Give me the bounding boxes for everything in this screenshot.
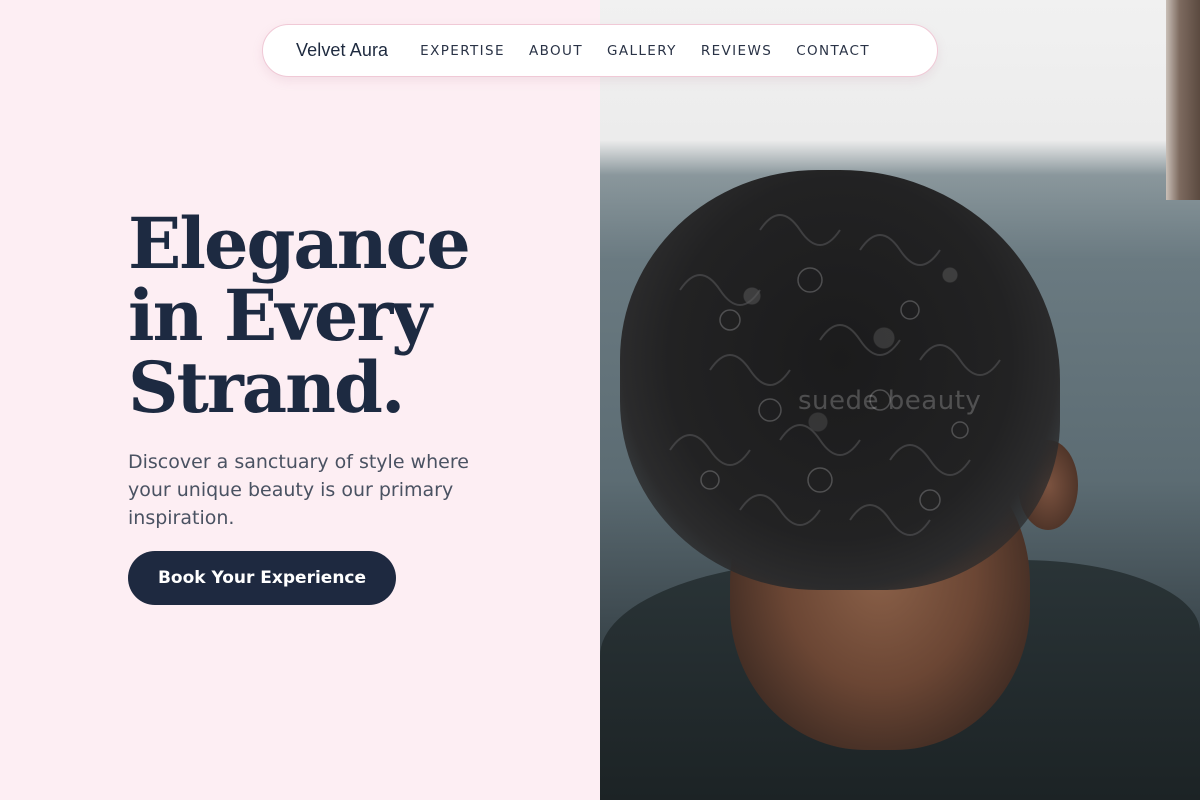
hero-image: suede beauty xyxy=(600,0,1200,800)
nav-link-gallery[interactable]: GALLERY xyxy=(607,43,677,59)
top-navigation: Velvet Aura EXPERTISE ABOUT GALLERY REVI… xyxy=(262,24,938,77)
hero-headline: Elegance in Every Strand. xyxy=(128,208,548,424)
headline-line-1: Elegance xyxy=(128,202,471,285)
background-window-frame xyxy=(1166,0,1200,200)
brand-logo[interactable]: Velvet Aura xyxy=(296,40,388,61)
nav-links: EXPERTISE ABOUT GALLERY REVIEWS CONTACT xyxy=(420,43,894,59)
hair-curls xyxy=(669,214,1001,536)
nav-link-expertise[interactable]: EXPERTISE xyxy=(420,43,505,59)
nav-link-contact[interactable]: CONTACT xyxy=(796,43,870,59)
headline-line-2: in Every xyxy=(128,274,432,357)
nav-link-reviews[interactable]: REVIEWS xyxy=(701,43,772,59)
nav-link-about[interactable]: ABOUT xyxy=(529,43,583,59)
hero-subtext: Discover a sanctuary of style where your… xyxy=(128,451,469,529)
book-experience-button[interactable]: Book Your Experience xyxy=(128,551,396,605)
image-watermark: suede beauty xyxy=(798,386,982,416)
headline-line-3: Strand. xyxy=(128,346,405,429)
